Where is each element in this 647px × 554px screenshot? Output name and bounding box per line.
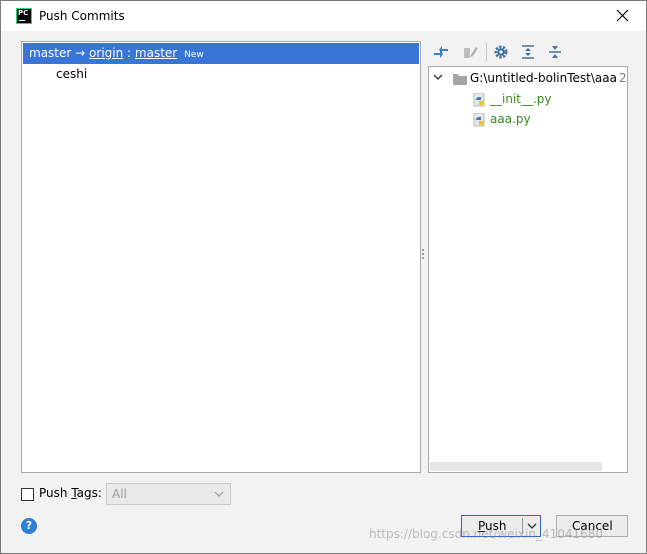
close-button[interactable] [600,1,646,31]
commits-tree[interactable]: master → origin : master New ceshi [21,41,421,473]
title-bar[interactable]: PC Push Commits [1,1,646,31]
python-file-icon [473,93,485,107]
push-tags-select[interactable]: All [106,483,231,505]
python-file-icon [473,113,485,127]
help-button[interactable]: ? [21,518,37,534]
edit-source-icon[interactable] [462,44,478,60]
branch-row[interactable]: master → origin : master New [23,43,419,64]
watermark: https://blog.csdn.net/weixin_41041680 [369,527,604,541]
collapse-all-icon[interactable] [547,44,563,60]
push-tags-select-value: All [112,487,127,501]
expand-all-icon[interactable] [520,44,536,60]
chevron-down-icon[interactable] [433,72,443,82]
file-name: __init__.py [490,92,552,106]
remote-branch-link[interactable]: master [135,46,177,60]
push-tags-checkbox[interactable] [21,488,34,501]
panel-splitter[interactable] [422,249,425,263]
window-title: Push Commits [39,9,125,23]
push-tags-label[interactable]: Push Tags: [39,486,102,500]
root-folder-label[interactable]: G:\untitled-bolinTest\aaa [470,71,617,85]
root-file-count: 2 [619,71,627,85]
remote-link[interactable]: origin [89,46,123,60]
changed-files-tree[interactable]: G:\untitled-bolinTest\aaa 2 __init__.py … [428,66,628,473]
pycharm-logo-icon: PC [16,8,32,24]
toolbar-separator [486,43,487,61]
push-arrow: → [75,46,86,60]
horizontal-scrollbar[interactable] [430,462,602,471]
commit-item[interactable]: ceshi [56,67,87,81]
show-diff-icon[interactable] [433,44,449,60]
push-commits-dialog: PC Push Commits master → origin : master… [0,0,647,554]
chevron-down-icon [214,491,224,497]
local-branch: master [29,46,72,60]
close-icon [616,9,629,22]
branch-separator: : [127,46,132,60]
new-badge: New [184,50,204,60]
folder-icon [453,74,467,85]
settings-icon[interactable] [493,44,509,60]
file-name: aaa.py [490,112,531,126]
